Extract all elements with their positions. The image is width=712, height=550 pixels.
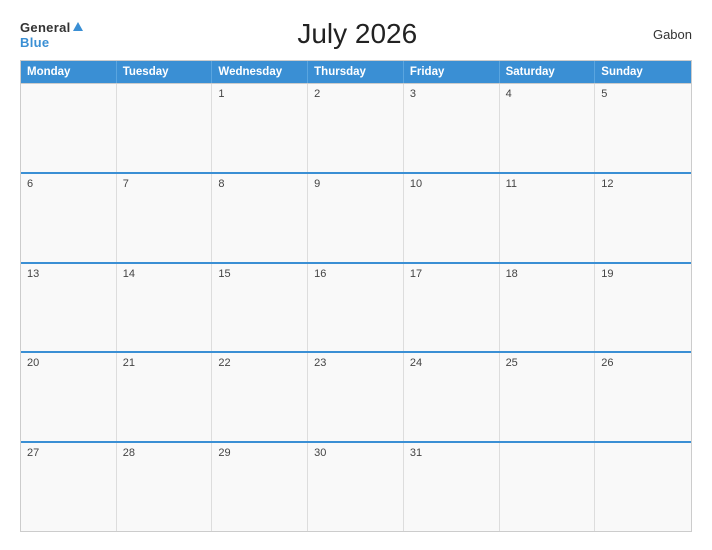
- day-number: 13: [27, 268, 39, 280]
- day-cell: 8: [212, 174, 308, 262]
- day-cell: 9: [308, 174, 404, 262]
- calendar: MondayTuesdayWednesdayThursdayFridaySatu…: [20, 60, 692, 532]
- day-header-friday: Friday: [404, 61, 500, 83]
- week-row-5: 27 28 29 30 31: [21, 441, 691, 531]
- day-number: 26: [601, 357, 613, 369]
- day-cell: 14: [117, 264, 213, 352]
- day-number: 9: [314, 178, 320, 190]
- day-number: 20: [27, 357, 39, 369]
- day-number: 14: [123, 268, 135, 280]
- day-cell: 5: [595, 84, 691, 172]
- header: General Blue July 2026 Gabon: [20, 18, 692, 50]
- day-cell: [117, 84, 213, 172]
- weeks-container: 1234567891011121314151617181920212223242…: [21, 83, 691, 531]
- country-label: Gabon: [632, 27, 692, 42]
- day-cell: 10: [404, 174, 500, 262]
- week-row-4: 20 21 22 23 24 25 26: [21, 351, 691, 441]
- day-number: 18: [506, 268, 518, 280]
- day-cell: 27: [21, 443, 117, 531]
- day-header-tuesday: Tuesday: [117, 61, 213, 83]
- logo-general-text: General: [20, 20, 71, 35]
- day-number: 22: [218, 357, 230, 369]
- day-number: 25: [506, 357, 518, 369]
- day-header-saturday: Saturday: [500, 61, 596, 83]
- day-number: 3: [410, 88, 416, 100]
- day-number: 28: [123, 447, 135, 459]
- day-number: 4: [506, 88, 512, 100]
- day-cell: 22: [212, 353, 308, 441]
- day-headers-row: MondayTuesdayWednesdayThursdayFridaySatu…: [21, 61, 691, 83]
- day-cell: 1: [212, 84, 308, 172]
- day-cell: 28: [117, 443, 213, 531]
- day-number: 12: [601, 178, 613, 190]
- logo-blue-text: Blue: [20, 36, 49, 49]
- logo-triangle-icon: [73, 22, 83, 31]
- day-cell: 4: [500, 84, 596, 172]
- week-row-3: 13 14 15 16 17 18 19: [21, 262, 691, 352]
- day-header-monday: Monday: [21, 61, 117, 83]
- day-number: 31: [410, 447, 422, 459]
- day-cell: 12: [595, 174, 691, 262]
- day-number: 5: [601, 88, 607, 100]
- day-number: 8: [218, 178, 224, 190]
- day-number: 27: [27, 447, 39, 459]
- day-number: 10: [410, 178, 422, 190]
- day-number: 2: [314, 88, 320, 100]
- day-cell: [21, 84, 117, 172]
- day-number: 1: [218, 88, 224, 100]
- page: General Blue July 2026 Gabon MondayTuesd…: [0, 0, 712, 550]
- day-cell: [500, 443, 596, 531]
- day-cell: 21: [117, 353, 213, 441]
- day-number: 16: [314, 268, 326, 280]
- day-cell: 15: [212, 264, 308, 352]
- day-cell: 26: [595, 353, 691, 441]
- logo: General Blue: [20, 20, 83, 49]
- day-header-thursday: Thursday: [308, 61, 404, 83]
- logo-top-line: General: [20, 20, 83, 36]
- day-cell: 18: [500, 264, 596, 352]
- day-cell: 24: [404, 353, 500, 441]
- day-cell: 20: [21, 353, 117, 441]
- day-cell: 19: [595, 264, 691, 352]
- day-cell: 11: [500, 174, 596, 262]
- calendar-title: July 2026: [83, 18, 632, 50]
- day-number: 29: [218, 447, 230, 459]
- day-number: 7: [123, 178, 129, 190]
- day-header-sunday: Sunday: [595, 61, 691, 83]
- day-cell: 13: [21, 264, 117, 352]
- day-number: 24: [410, 357, 422, 369]
- day-number: 15: [218, 268, 230, 280]
- day-cell: 31: [404, 443, 500, 531]
- day-number: 19: [601, 268, 613, 280]
- day-number: 11: [506, 178, 517, 190]
- day-number: 23: [314, 357, 326, 369]
- day-cell: [595, 443, 691, 531]
- day-number: 21: [123, 357, 135, 369]
- day-cell: 25: [500, 353, 596, 441]
- day-cell: 29: [212, 443, 308, 531]
- day-cell: 17: [404, 264, 500, 352]
- day-cell: 6: [21, 174, 117, 262]
- week-row-1: 1 2 3 4 5: [21, 83, 691, 172]
- week-row-2: 6 7 8 9 10 11 12: [21, 172, 691, 262]
- day-cell: 16: [308, 264, 404, 352]
- day-cell: 23: [308, 353, 404, 441]
- day-number: 17: [410, 268, 422, 280]
- day-number: 6: [27, 178, 33, 190]
- day-cell: 2: [308, 84, 404, 172]
- day-number: 30: [314, 447, 326, 459]
- day-cell: 30: [308, 443, 404, 531]
- day-header-wednesday: Wednesday: [212, 61, 308, 83]
- day-cell: 3: [404, 84, 500, 172]
- day-cell: 7: [117, 174, 213, 262]
